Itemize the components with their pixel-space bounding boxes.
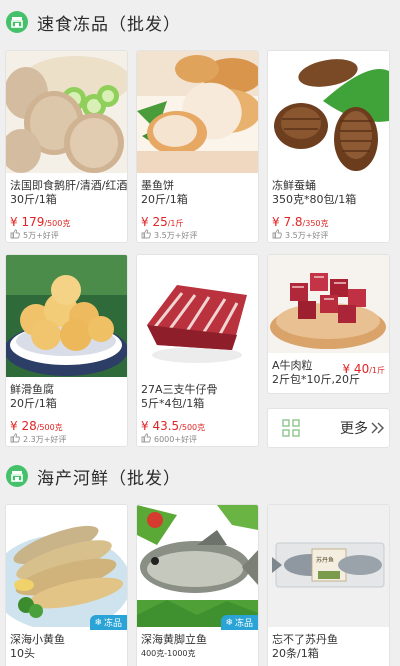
product-card[interactable]: 鲜滑鱼腐 20斤/1箱 ¥ 28/500克 2.3万+好评	[5, 254, 128, 447]
product-name: A牛肉粒	[272, 359, 313, 372]
product-card[interactable]: 墨鱼饼 20斤/1箱 ¥ 25/1斤 3.5万+好评	[136, 50, 259, 243]
product-spec: 20斤/1箱	[10, 397, 57, 410]
snowflake-icon: ❄	[94, 617, 102, 628]
product-name: 法国即食鹅肝/清酒/红酒	[10, 179, 127, 192]
grid-icon	[282, 419, 300, 437]
product-name: 墨鱼饼	[141, 179, 174, 192]
more-button[interactable]: 更多	[267, 408, 390, 448]
thumbs-up-icon	[272, 229, 282, 241]
product-spec: 2斤包*10斤,20斤	[272, 373, 360, 386]
product-image	[137, 51, 258, 173]
product-reviews: 3.5万+好评	[141, 229, 197, 241]
section-title: 海产河鲜（批发）	[37, 468, 181, 489]
shop-icon	[6, 465, 28, 487]
product-image	[137, 255, 258, 377]
package-label: 苏丹鱼	[316, 557, 335, 564]
product-card[interactable]: 冻鲜蚕蛹 350克*80包/1箱 ¥ 7.8/350克 3.5万+好评	[267, 50, 390, 243]
product-spec: 20条/1箱	[272, 647, 319, 660]
product-price: ¥ 43.5/500克	[141, 419, 206, 433]
product-price: ¥ 7.8/350克	[272, 215, 329, 229]
product-spec: 20斤/1箱	[141, 193, 188, 206]
product-spec: 400克-1000克	[141, 649, 196, 658]
product-name: 冻鲜蚕蛹	[272, 179, 316, 192]
section-header-seafood: 海产河鲜（批发）	[0, 454, 400, 498]
product-reviews: 3.5万+好评	[272, 229, 328, 241]
product-image	[268, 255, 389, 353]
product-name: 鲜滑鱼腐	[10, 383, 54, 396]
more-label: 更多	[340, 421, 368, 437]
product-spec: 10头	[10, 647, 35, 660]
product-image	[6, 505, 127, 627]
section-header-frozen: 速食冻品（批发）	[0, 0, 400, 44]
product-price: ¥ 179/500克	[10, 215, 71, 229]
product-card[interactable]: ❄ 冻品 深海黄脚立鱼 400克-1000克	[136, 504, 259, 666]
product-name: 27A三支牛仔骨	[141, 383, 218, 396]
product-image	[6, 51, 127, 173]
product-image	[268, 51, 389, 173]
product-price: ¥ 28/500克	[10, 419, 63, 433]
product-spec: 5斤*4包/1箱	[141, 397, 205, 410]
frozen-badge: ❄ 冻品	[221, 615, 258, 630]
thumbs-up-icon	[10, 433, 20, 445]
thumbs-up-icon	[10, 229, 20, 241]
product-image: 苏丹鱼	[268, 505, 389, 627]
frozen-badge: ❄ 冻品	[90, 615, 127, 630]
thumbs-up-icon	[141, 229, 151, 241]
product-image	[137, 505, 258, 627]
product-reviews: 5万+好评	[10, 229, 59, 241]
thumbs-up-icon	[141, 433, 151, 445]
product-spec: 350克*80包/1箱	[272, 193, 357, 206]
product-name: 忘不了苏丹鱼	[272, 633, 338, 646]
product-reviews: 6000+好评	[141, 433, 197, 445]
product-card[interactable]: 苏丹鱼 忘不了苏丹鱼 20条/1箱	[267, 504, 390, 666]
product-reviews: 2.3万+好评	[10, 433, 66, 445]
double-chevron-right-icon	[370, 421, 386, 435]
product-card[interactable]: A牛肉粒 ¥ 40/1斤 2斤包*10斤,20斤	[267, 254, 390, 394]
shop-icon	[6, 11, 28, 33]
product-card[interactable]: 27A三支牛仔骨 5斤*4包/1箱 ¥ 43.5/500克 6000+好评	[136, 254, 259, 447]
snowflake-icon: ❄	[225, 617, 233, 628]
product-name: 深海黄脚立鱼	[141, 633, 207, 646]
section-title: 速食冻品（批发）	[37, 14, 181, 35]
product-card[interactable]: 法国即食鹅肝/清酒/红酒 30斤/1箱 ¥ 179/500克 5万+好评	[5, 50, 128, 243]
product-spec: 30斤/1箱	[10, 193, 57, 206]
product-card[interactable]: ❄ 冻品 深海小黄鱼 10头	[5, 504, 128, 666]
product-image	[6, 255, 127, 377]
product-price: ¥ 25/1斤	[141, 215, 184, 229]
product-name: 深海小黄鱼	[10, 633, 65, 646]
